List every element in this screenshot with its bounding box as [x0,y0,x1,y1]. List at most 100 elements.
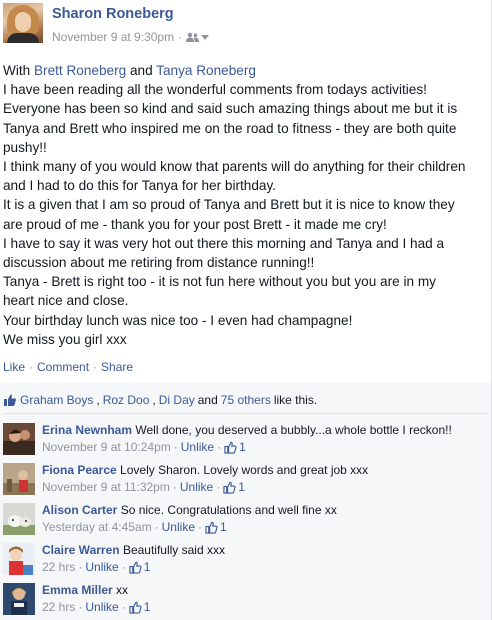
meta-separator: · [121,560,126,574]
tagged-person-link[interactable]: Tanya Roneberg [156,63,256,78]
post-text-line: heart nice and close. [3,293,129,309]
post-text-line: We miss you girl xxx [3,331,127,347]
post-text-line: are proud of me - thank you for your pos… [3,216,387,232]
meta-separator: · [154,520,159,534]
comment-time[interactable]: 22 hrs [42,560,75,574]
comment-meta: November 9 at 10:24pm · Unlike · 1 [42,440,246,454]
post-text-line: Your birthday lunch was nice too - I eve… [3,312,353,328]
comment-text: xx [116,583,129,597]
audience-selector[interactable] [186,32,210,42]
comment-item: Fiona Pearce Lovely Sharon. Lovely words… [3,462,488,500]
post-text-line: Everyone has been so kind and said such … [3,101,458,117]
likes-comma: , [96,393,100,407]
avatar[interactable] [3,463,35,495]
comment-like-count[interactable]: 1 [224,440,246,454]
like-count-number: 1 [238,480,245,494]
unlike-link[interactable]: Unlike [180,480,213,494]
comment-like-count[interactable]: 1 [223,480,245,494]
post-meta: November 9 at 9:30pm · [52,30,210,44]
comment-text: Well done, you deserved a bubbly...a who… [135,423,452,437]
commenter-name-link[interactable]: Emma Miller [42,583,113,597]
with-prefix: With [3,63,31,78]
avatar[interactable] [3,503,35,535]
author-avatar[interactable] [3,3,43,43]
post-text-line: pushy!! [3,139,47,155]
comment-item: Alison Carter So nice. Congratulations a… [3,502,488,540]
comment-item: Emma Miller xx 22 hrs · Unlike · 1 [3,582,488,620]
share-link[interactable]: Share [101,360,133,374]
like-count-number: 1 [220,520,227,534]
liker-link[interactable]: Roz Doo [103,393,150,407]
post-card: Sharon Roneberg November 9 at 9:30pm · W… [0,0,492,620]
comment-meta: 22 hrs · Unlike · 1 [42,600,150,614]
comment-meta: November 9 at 11:32pm · Unlike · 1 [42,480,245,494]
comment-text: So nice. Congratulations and well fine x… [120,503,337,517]
meta-separator: · [178,30,183,44]
post-text-line: Tanya and Brett who inspired me on the r… [3,120,457,136]
author-name-link[interactable]: Sharon Roneberg [52,6,174,22]
post-text-line: I think many of you would know that pare… [3,159,466,175]
commenter-name-link[interactable]: Claire Warren [42,543,120,557]
comment-time[interactable]: November 9 at 10:24pm [42,440,171,454]
comment-item: Erina Newnham Well done, you deserved a … [3,422,488,460]
action-separator: · [29,360,34,374]
post-text-line: I have been reading all the wonderful co… [3,82,427,98]
post-text-line: discussion about me retiring from distan… [3,255,315,271]
post-text-line: and I had to do this for Tanya for her b… [3,178,277,194]
commenter-name-link[interactable]: Erina Newnham [42,423,132,437]
thumbs-up-outline-icon [205,521,218,534]
with-line: With Brett Roneberg and Tanya Roneberg [3,61,485,80]
comment-link[interactable]: Comment [37,360,89,374]
commenter-name-link[interactable]: Alison Carter [42,503,117,517]
meta-separator: · [78,600,83,614]
meta-separator: · [216,480,221,494]
unlike-link[interactable]: Unlike [162,520,195,534]
comment-time[interactable]: Yesterday at 4:45am [42,520,152,534]
action-separator: · [93,360,98,374]
avatar[interactable] [3,583,35,615]
thumbs-up-icon [4,394,16,406]
comment-time[interactable]: 22 hrs [42,600,75,614]
avatar[interactable] [3,543,35,575]
thumbs-up-outline-icon [224,441,237,454]
like-count-number: 1 [143,600,151,614]
liker-link[interactable]: Di Day [159,393,195,407]
liker-link[interactable]: Graham Boys [20,393,93,407]
comment-like-count[interactable]: 1 [205,520,227,534]
comment-text: Beautifully said xxx [122,543,225,557]
thumbs-up-outline-icon [129,601,142,614]
likes-comma: , [152,393,156,407]
chevron-down-icon [201,35,210,40]
comment-like-count[interactable]: 1 [129,600,151,614]
like-count-number: 1 [143,560,151,574]
comment-meta: 22 hrs · Unlike · 1 [42,560,150,574]
post-actions: Like · Comment · Share [3,360,133,374]
meta-separator: · [173,440,178,454]
likes-suffix: like this. [273,393,318,407]
post-text-line: Tanya - Brett is right too - it is not f… [3,274,436,290]
feedback-section: Graham Boys, Roz Doo, Di Day and 75 othe… [0,383,491,620]
others-likers-link[interactable]: 75 others [221,393,271,407]
post-text-line: It is a given that I am so proud of Tany… [3,197,455,213]
post-header: Sharon Roneberg November 9 at 9:30pm · [3,3,483,45]
like-link[interactable]: Like [3,360,25,374]
comment-time[interactable]: November 9 at 11:32pm [42,480,170,494]
comment-like-count[interactable]: 1 [129,560,151,574]
unlike-link[interactable]: Unlike [181,440,214,454]
likes-sentence: Graham Boys, Roz Doo, Di Day and 75 othe… [3,393,488,407]
thumbs-up-outline-icon [223,481,236,494]
unlike-link[interactable]: Unlike [85,560,118,574]
tagged-person-link[interactable]: Brett Roneberg [34,63,126,78]
commenter-name-link[interactable]: Fiona Pearce [42,463,117,477]
post-text-line: I have to say it was very hot out there … [3,235,445,251]
thumbs-up-outline-icon [129,561,142,574]
meta-separator: · [172,480,177,494]
post-timestamp[interactable]: November 9 at 9:30pm [52,30,174,44]
comment-meta: Yesterday at 4:45am · Unlike · 1 [42,520,227,534]
like-count-number: 1 [239,440,246,454]
avatar[interactable] [3,423,35,455]
meta-separator: · [121,600,126,614]
meta-separator: · [198,520,202,534]
likes-and: and [197,393,218,407]
unlike-link[interactable]: Unlike [85,600,118,614]
